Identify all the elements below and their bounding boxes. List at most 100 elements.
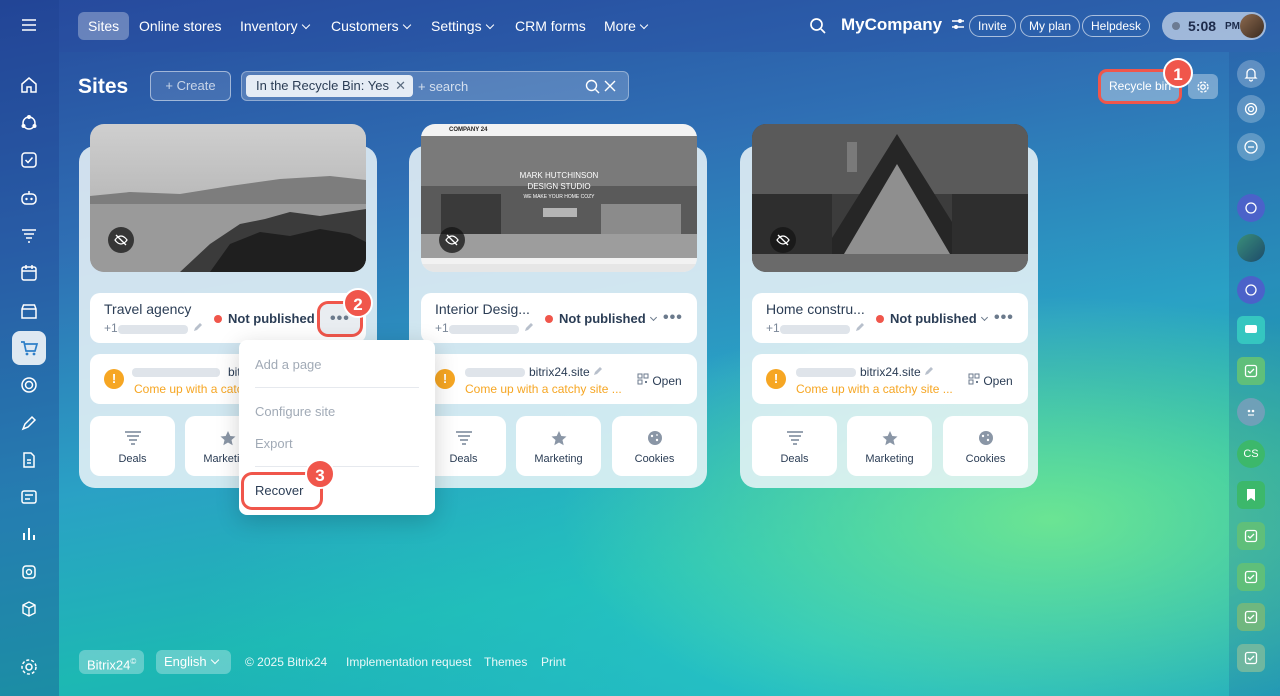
- themes-link[interactable]: Themes: [484, 655, 527, 669]
- nav-crm-forms[interactable]: CRM forms: [505, 12, 596, 40]
- menu-divider: [255, 387, 419, 388]
- more-icon[interactable]: •••: [994, 310, 1014, 326]
- chat-search-icon[interactable]: [1237, 133, 1265, 161]
- nav-sites[interactable]: Sites: [78, 12, 130, 40]
- box-icon[interactable]: [12, 592, 46, 626]
- market-icon[interactable]: [12, 555, 46, 589]
- chevron-down-icon: [402, 20, 411, 30]
- target-icon[interactable]: [12, 368, 46, 402]
- sites-icon[interactable]: [12, 331, 46, 365]
- publish-status[interactable]: Not published: [214, 311, 326, 326]
- funnel-icon[interactable]: [12, 219, 46, 253]
- crm-icon[interactable]: [12, 106, 46, 140]
- site-thumbnail[interactable]: [752, 124, 1028, 272]
- create-button[interactable]: + Create: [150, 71, 231, 101]
- task-chat-icon[interactable]: [1237, 563, 1265, 591]
- implementation-request-link[interactable]: Implementation request: [346, 655, 471, 669]
- menu-export[interactable]: Export: [255, 436, 293, 451]
- menu-add-page[interactable]: Add a page: [255, 357, 322, 372]
- bookmark-icon[interactable]: [1237, 481, 1265, 509]
- assistant-icon[interactable]: [1237, 276, 1265, 304]
- chevron-down-icon: [301, 20, 310, 30]
- print-link[interactable]: Print: [541, 655, 566, 669]
- pencil-icon[interactable]: [855, 322, 865, 332]
- contact-card-icon[interactable]: [12, 480, 46, 514]
- filter-chip[interactable]: In the Recycle Bin: Yes ✕: [246, 75, 413, 97]
- site-phone: +1: [104, 321, 118, 335]
- pencil-icon[interactable]: [193, 322, 203, 332]
- tile-cookies[interactable]: Cookies: [943, 416, 1028, 476]
- chat-avatar[interactable]: [1237, 234, 1265, 262]
- calendar-icon[interactable]: [12, 256, 46, 290]
- star-icon: [220, 431, 235, 446]
- pencil-icon[interactable]: [924, 366, 934, 376]
- assistant-icon[interactable]: [1237, 194, 1265, 222]
- hidden-eye-icon: [108, 227, 134, 253]
- tile-marketing[interactable]: Marketing: [847, 416, 932, 476]
- filter-search-box[interactable]: In the Recycle Bin: Yes ✕: [241, 71, 629, 101]
- copilot-icon[interactable]: [1237, 95, 1265, 123]
- site-domain[interactable]: bitrix24.site: [860, 365, 934, 379]
- bell-icon[interactable]: [1237, 60, 1265, 88]
- work-time-clock[interactable]: 5:08 PM: [1162, 12, 1266, 40]
- site-name[interactable]: Travel agency: [104, 301, 191, 317]
- step-badge-3: 3: [305, 459, 335, 489]
- tile-deals[interactable]: Deals: [90, 416, 175, 476]
- publish-status[interactable]: Not published: [545, 311, 657, 326]
- my-plan-button[interactable]: My plan: [1020, 15, 1081, 37]
- site-thumbnail[interactable]: [90, 124, 366, 272]
- task-chat-icon[interactable]: [1237, 522, 1265, 550]
- open-site-link[interactable]: Open: [968, 373, 1013, 388]
- document-icon[interactable]: [12, 443, 46, 477]
- nav-online-stores[interactable]: Online stores: [129, 12, 231, 40]
- open-site-link[interactable]: Open: [637, 373, 682, 388]
- robot-icon[interactable]: [12, 181, 46, 215]
- gear-icon[interactable]: [1188, 74, 1218, 99]
- nav-settings[interactable]: Settings: [421, 12, 503, 40]
- invite-button[interactable]: Invite: [969, 15, 1016, 37]
- redacted-text: [132, 368, 220, 377]
- nav-more[interactable]: More: [594, 12, 657, 40]
- user-initials-avatar[interactable]: CS: [1237, 440, 1265, 468]
- chevron-down-icon: [980, 313, 988, 322]
- site-info-panel: Home constru... +1 Not published •••: [752, 293, 1028, 343]
- more-icon: •••: [330, 310, 350, 327]
- site-name[interactable]: Home constru...: [766, 301, 865, 317]
- site-name[interactable]: Interior Desig...: [435, 301, 530, 317]
- tile-cookies[interactable]: Cookies: [612, 416, 697, 476]
- menu-icon[interactable]: [12, 8, 46, 42]
- publish-status[interactable]: Not published: [876, 311, 988, 326]
- task-chat-icon[interactable]: [1237, 603, 1265, 631]
- cookie-icon: [978, 431, 993, 445]
- home-icon[interactable]: [12, 68, 46, 102]
- bitrix24-logo-button[interactable]: Bitrix24©: [79, 650, 145, 674]
- tile-deals[interactable]: Deals: [752, 416, 837, 476]
- site-domain[interactable]: bitrix24.site: [529, 365, 603, 379]
- nav-customers[interactable]: Customers: [321, 12, 420, 40]
- pencil-icon[interactable]: [593, 366, 603, 376]
- nav-inventory[interactable]: Inventory: [230, 12, 319, 40]
- company-name[interactable]: MyCompany: [841, 15, 965, 35]
- avatar[interactable]: [1240, 14, 1264, 38]
- settings-icon[interactable]: [12, 650, 46, 684]
- task-chat-icon[interactable]: [1237, 357, 1265, 385]
- close-icon[interactable]: ✕: [395, 75, 406, 97]
- task-chat-icon[interactable]: [1237, 644, 1265, 672]
- chat-group-icon[interactable]: [1237, 316, 1265, 344]
- more-icon[interactable]: •••: [663, 310, 683, 326]
- pencil-icon[interactable]: [524, 322, 534, 332]
- site-thumbnail[interactable]: COMPANY 24 MARK HUTCHINSON DESIGN STUDIO…: [421, 124, 697, 272]
- helpdesk-button[interactable]: Helpdesk: [1082, 15, 1151, 37]
- menu-configure-site[interactable]: Configure site: [255, 404, 335, 419]
- analytics-icon[interactable]: [12, 517, 46, 551]
- search-icon[interactable]: [585, 79, 600, 94]
- store-icon[interactable]: [12, 294, 46, 328]
- search-input[interactable]: [418, 76, 578, 96]
- language-select[interactable]: English: [156, 650, 231, 674]
- pen-icon[interactable]: [12, 406, 46, 440]
- search-icon[interactable]: [809, 17, 827, 40]
- bot-avatar[interactable]: [1237, 398, 1265, 426]
- tile-marketing[interactable]: Marketing: [516, 416, 601, 476]
- tasks-icon[interactable]: [12, 143, 46, 177]
- clear-icon[interactable]: [604, 80, 616, 92]
